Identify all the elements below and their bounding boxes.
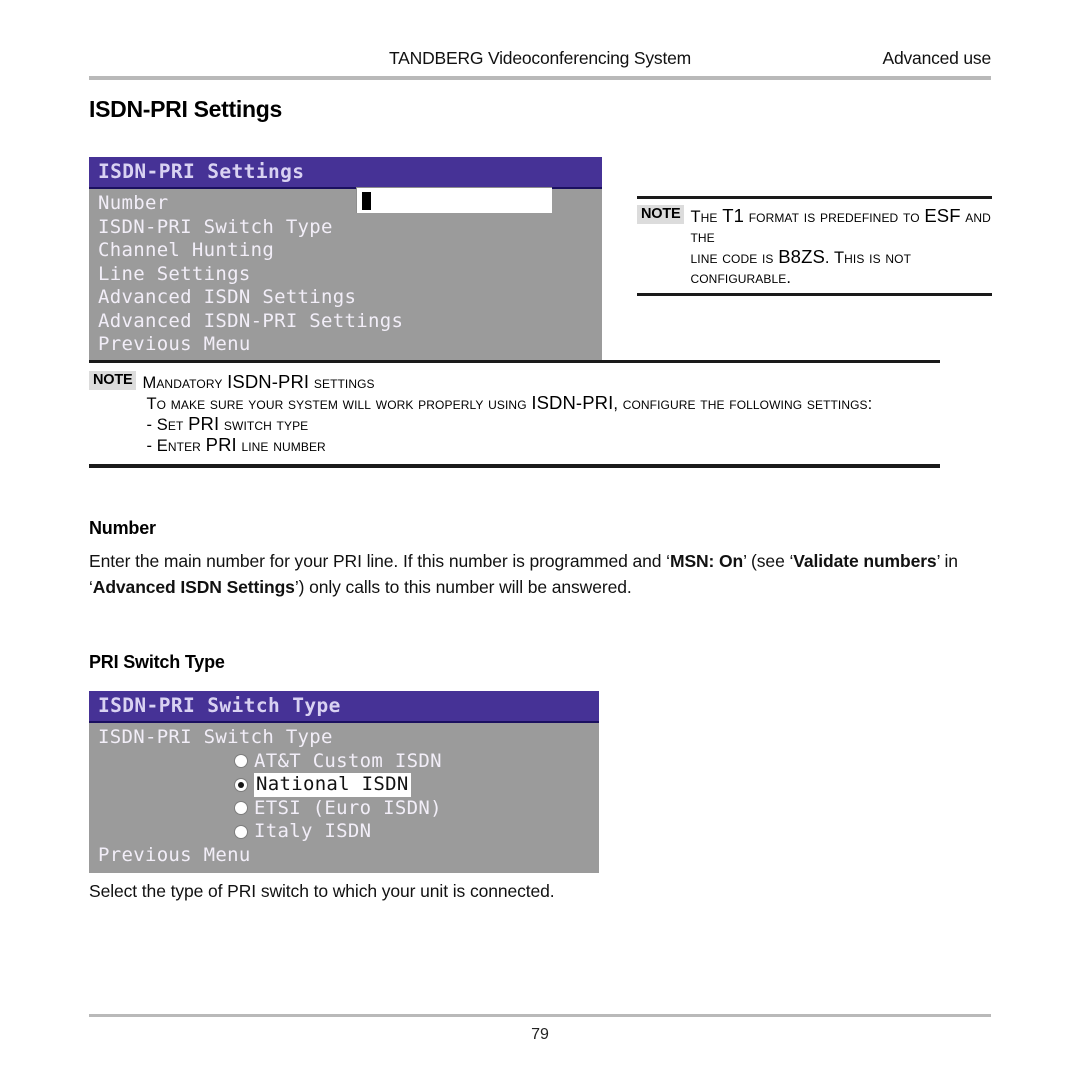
note-text-fragment: T1 bbox=[722, 205, 745, 226]
note-t1-format: NOTE The T1 format is predefined to ESF … bbox=[637, 196, 992, 296]
note-body: The T1 format is predefined to ESF and t… bbox=[690, 205, 992, 288]
note-heading-line: Mandatory ISDN-PRI settings bbox=[142, 372, 872, 393]
note-text-fragment: PRI bbox=[188, 413, 220, 434]
radio-option-label: ETSI (Euro ISDN) bbox=[254, 796, 442, 819]
page-title: ISDN-PRI Settings bbox=[89, 96, 282, 122]
menu-item-isdn-pri-switch-type[interactable]: ISDN-PRI Switch Type bbox=[89, 216, 602, 240]
radio-unselected-icon bbox=[235, 825, 247, 838]
note-text-fragment: The bbox=[690, 208, 723, 226]
note-text-fragment: Mandatory bbox=[142, 374, 228, 392]
note-text-fragment: - Set bbox=[146, 416, 189, 434]
note-text-fragment: settings bbox=[309, 374, 375, 392]
note-tag: NOTE bbox=[89, 371, 137, 390]
header-divider bbox=[89, 76, 991, 80]
note-text-fragment: PRI bbox=[205, 434, 237, 455]
note-line: The T1 format is predefined to ESF and t… bbox=[690, 206, 992, 247]
radio-option-etsi-euro-isdn[interactable]: ETSI (Euro ISDN) bbox=[89, 797, 599, 821]
radio-option-italy-isdn[interactable]: Italy ISDN bbox=[89, 820, 599, 844]
header-section-label: Advanced use bbox=[882, 48, 991, 68]
header-center-title: TANDBERG Videoconferencing System bbox=[388, 48, 692, 68]
note-body: Mandatory ISDN-PRI settings To make sure… bbox=[142, 371, 872, 456]
page-number: 79 bbox=[531, 1026, 549, 1043]
note-text-fragment: switch type bbox=[219, 416, 309, 434]
note-line: - Enter PRI line number bbox=[142, 435, 872, 456]
osd-menu-isdn-pri-switch-type: ISDN-PRI Switch Type ISDN-PRI Switch Typ… bbox=[89, 691, 599, 873]
menu-item-channel-hunting[interactable]: Channel Hunting bbox=[89, 239, 602, 263]
paragraph-bold-advanced-isdn-settings: Advanced ISDN Settings bbox=[92, 577, 295, 597]
note-rule-bottom bbox=[89, 464, 940, 468]
number-input[interactable] bbox=[356, 187, 552, 213]
note-text-fragment: - Enter bbox=[146, 437, 206, 455]
paragraph-bold-msn-on: MSN: On bbox=[669, 551, 744, 571]
paragraph-bold-validate-numbers: Validate numbers bbox=[793, 551, 937, 571]
section-paragraph-number: Enter the main number for your PRI line.… bbox=[89, 548, 994, 600]
menu-item-line-settings[interactable]: Line Settings bbox=[89, 263, 602, 287]
osd-titlebar: ISDN-PRI Switch Type bbox=[89, 691, 599, 723]
note-text-fragment: ESF bbox=[924, 205, 961, 226]
radio-group-label: ISDN-PRI Switch Type bbox=[98, 726, 333, 748]
text-cursor-icon bbox=[362, 192, 371, 210]
note-text-fragment: To make sure your system will work prope… bbox=[146, 395, 532, 413]
note-text-fragment: format is predefined to bbox=[744, 208, 925, 226]
radio-option-att-custom-isdn[interactable]: AT&T Custom ISDN bbox=[89, 750, 599, 774]
osd-menu-list: ISDN-PRI Switch Type AT&T Custom ISDN Na… bbox=[89, 723, 599, 873]
note-text-fragment: , configure the following settings: bbox=[613, 395, 873, 413]
radio-unselected-icon bbox=[235, 755, 247, 768]
note-line: To make sure your system will work prope… bbox=[142, 393, 872, 414]
note-tag: NOTE bbox=[637, 205, 685, 224]
menu-item-advanced-isdn-pri-settings[interactable]: Advanced ISDN-PRI Settings bbox=[89, 310, 602, 334]
menu-item-advanced-isdn-settings[interactable]: Advanced ISDN Settings bbox=[89, 286, 602, 310]
note-text-fragment: line number bbox=[236, 437, 326, 455]
note-text-fragment: B8ZS bbox=[778, 246, 825, 267]
note-line: - Set PRI switch type bbox=[142, 414, 872, 435]
section-heading-number: Number bbox=[89, 518, 156, 538]
osd-menu-list: Number ISDN-PRI Switch Type Channel Hunt… bbox=[89, 189, 602, 363]
paragraph-fragment: Enter the main number for your PRI line.… bbox=[89, 551, 670, 571]
section-heading-pri-switch-type: PRI Switch Type bbox=[89, 652, 225, 672]
radio-option-national-isdn[interactable]: National ISDN bbox=[89, 773, 599, 797]
menu-item-previous-menu[interactable]: Previous Menu bbox=[89, 844, 599, 868]
section-paragraph-pri-switch-type: Select the type of PRI switch to which y… bbox=[89, 881, 555, 901]
radio-selected-icon bbox=[235, 778, 247, 791]
osd-titlebar: ISDN-PRI Settings bbox=[89, 157, 602, 189]
menu-item-previous-menu[interactable]: Previous Menu bbox=[89, 333, 602, 357]
paragraph-fragment: ’) only calls to this number will be ans… bbox=[294, 577, 632, 597]
note-text-fragment: ISDN-PRI bbox=[531, 392, 614, 413]
note-text-fragment: ISDN-PRI bbox=[227, 371, 310, 392]
note-rule-bottom bbox=[637, 293, 992, 296]
running-header: TANDBERG Videoconferencing System Advanc… bbox=[89, 48, 991, 74]
paragraph-fragment: ’ (see ‘ bbox=[743, 551, 794, 571]
radio-unselected-icon bbox=[235, 802, 247, 815]
radio-option-label: National ISDN bbox=[254, 773, 411, 797]
note-line: line code is B8ZS. This is not configura… bbox=[690, 247, 992, 288]
document-page: TANDBERG Videoconferencing System Advanc… bbox=[0, 0, 1080, 1080]
footer-divider bbox=[89, 1014, 991, 1017]
note-mandatory-isdn-pri-settings: NOTE Mandatory ISDN-PRI settings To make… bbox=[89, 360, 940, 468]
note-text-fragment: line code is bbox=[690, 249, 779, 267]
radio-option-label: Italy ISDN bbox=[254, 820, 372, 842]
radio-option-label: AT&T Custom ISDN bbox=[254, 749, 442, 772]
